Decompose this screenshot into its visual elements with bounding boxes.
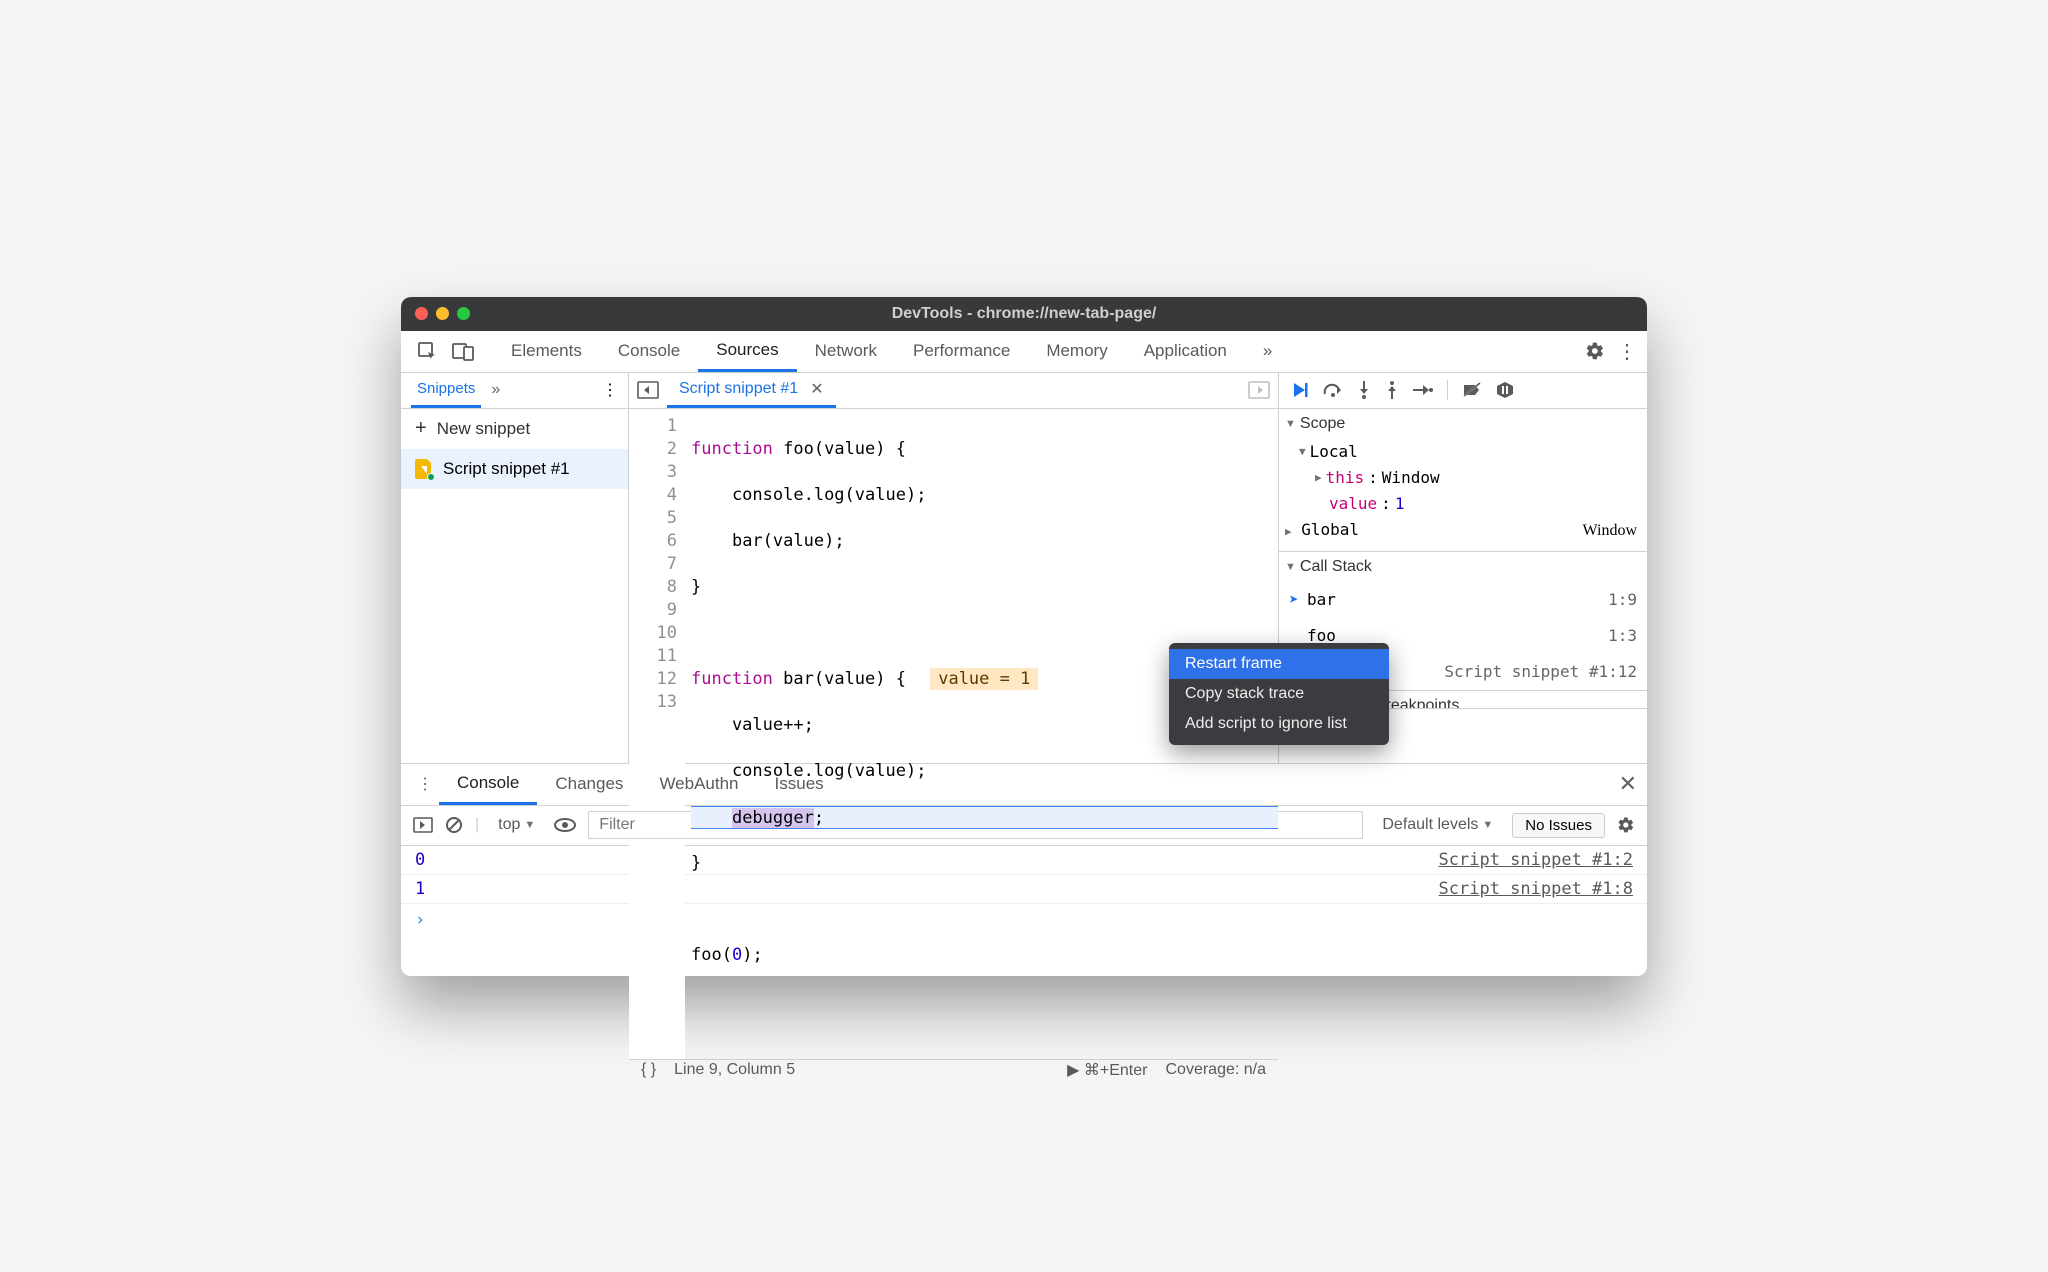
line-gutter: 12345678910111213 (629, 409, 685, 1059)
deactivate-breakpoints-icon[interactable] (1462, 382, 1482, 398)
snippet-file-icon (415, 459, 433, 479)
main-toolbar: Elements Console Sources Network Perform… (401, 331, 1647, 373)
log-levels-select[interactable]: Default levels ▼ (1375, 813, 1500, 837)
global-scope[interactable]: ▶ GlobalWindow (1285, 517, 1637, 545)
navigator-sidebar: Snippets » ⋮ + New snippet Script snippe… (401, 373, 629, 763)
toggle-navigator-icon[interactable] (637, 381, 659, 399)
panel-tabs: Elements Console Sources Network Perform… (493, 330, 1581, 372)
drawer-tab-changes[interactable]: Changes (537, 763, 641, 805)
snippet-item-label: Script snippet #1 (443, 459, 570, 479)
tab-application[interactable]: Application (1126, 330, 1245, 372)
modified-indicator-icon (427, 473, 435, 481)
inspect-icon[interactable] (411, 335, 443, 367)
zoom-window-button[interactable] (457, 307, 470, 320)
close-tab-icon[interactable]: ✕ (810, 379, 823, 399)
new-snippet-label: New snippet (437, 419, 531, 439)
clear-console-icon[interactable] (445, 816, 463, 834)
minimize-window-button[interactable] (436, 307, 449, 320)
new-snippet-button[interactable]: + New snippet (401, 409, 628, 449)
sidebar-more-tabs-icon[interactable]: » (491, 381, 500, 399)
tab-performance[interactable]: Performance (895, 330, 1028, 372)
resume-icon[interactable] (1291, 381, 1309, 399)
debugger-toolbar (1279, 373, 1647, 409)
format-icon[interactable]: { } (641, 1061, 656, 1079)
snippet-item[interactable]: Script snippet #1 (401, 449, 628, 489)
scope-section: ▼ Scope ▼Local ▶this: Window value: 1 ▶ … (1279, 409, 1647, 552)
drawer-tab-console[interactable]: Console (439, 763, 537, 805)
console-sidebar-toggle-icon[interactable] (413, 817, 433, 833)
ctx-restart-frame[interactable]: Restart frame (1169, 649, 1389, 679)
tab-console[interactable]: Console (600, 330, 698, 372)
console-context-select[interactable]: top ▼ (491, 813, 542, 837)
more-tabs-icon[interactable]: » (1245, 330, 1290, 372)
tab-memory[interactable]: Memory (1028, 330, 1125, 372)
window-title: DevTools - chrome://new-tab-page/ (892, 305, 1157, 323)
live-expression-icon[interactable] (554, 818, 576, 832)
step-icon[interactable] (1413, 383, 1433, 397)
coverage-label: Coverage: n/a (1165, 1061, 1266, 1079)
console-settings-icon[interactable] (1617, 816, 1635, 834)
ctx-add-ignore-list[interactable]: Add script to ignore list (1169, 709, 1389, 739)
devtools-window: DevTools - chrome://new-tab-page/ Elemen… (401, 297, 1647, 976)
stack-frame-bar[interactable]: ➤bar1:9 (1279, 582, 1647, 618)
sidebar-tab-snippets[interactable]: Snippets (411, 372, 481, 408)
sidebar-kebab-icon[interactable]: ⋮ (602, 380, 618, 400)
tab-sources[interactable]: Sources (698, 330, 796, 372)
tab-network[interactable]: Network (797, 330, 895, 372)
ctx-copy-stack-trace[interactable]: Copy stack trace (1169, 679, 1389, 709)
device-toggle-icon[interactable] (447, 335, 479, 367)
pause-exceptions-icon[interactable] (1496, 381, 1514, 399)
scope-value: value: 1 (1299, 491, 1637, 517)
drawer-kebab-icon[interactable]: ⋮ (411, 774, 439, 794)
editor-tab[interactable]: Script snippet #1 ✕ (667, 372, 836, 408)
toggle-debugger-icon[interactable] (1248, 381, 1270, 399)
context-menu: Restart frame Copy stack trace Add scrip… (1169, 643, 1389, 745)
close-window-button[interactable] (415, 307, 428, 320)
local-scope[interactable]: ▼Local (1299, 439, 1637, 465)
plus-icon: + (415, 417, 427, 440)
drawer-close-icon[interactable]: ✕ (1619, 771, 1637, 797)
traffic-lights (415, 307, 470, 320)
settings-icon[interactable] (1585, 341, 1605, 361)
step-into-icon[interactable] (1357, 381, 1371, 399)
console-source-link[interactable]: Script snippet #1:2 (1439, 850, 1633, 870)
no-issues-button[interactable]: No Issues (1512, 813, 1605, 838)
kebab-menu-icon[interactable]: ⋮ (1617, 339, 1637, 364)
callstack-header[interactable]: ▼ Call Stack (1279, 552, 1647, 582)
scope-this[interactable]: ▶this: Window (1299, 465, 1637, 491)
titlebar: DevTools - chrome://new-tab-page/ (401, 297, 1647, 331)
editor-header: Script snippet #1 ✕ (629, 373, 1278, 409)
inline-value-hint: value = 1 (930, 668, 1038, 690)
step-over-icon[interactable] (1323, 382, 1343, 398)
tab-elements[interactable]: Elements (493, 330, 600, 372)
editor-tab-label: Script snippet #1 (679, 380, 798, 398)
step-out-icon[interactable] (1385, 381, 1399, 399)
main-area: Snippets » ⋮ + New snippet Script snippe… (401, 373, 1647, 763)
editor-footer: { } Line 9, Column 5 ▶ ⌘+Enter Coverage:… (629, 1059, 1278, 1080)
scope-header[interactable]: ▼ Scope (1279, 409, 1647, 439)
sidebar-header: Snippets » ⋮ (401, 373, 628, 409)
run-snippet-button[interactable]: ▶ ⌘+Enter (1067, 1060, 1147, 1080)
console-source-link[interactable]: Script snippet #1:8 (1439, 879, 1633, 899)
cursor-position: Line 9, Column 5 (674, 1061, 795, 1079)
